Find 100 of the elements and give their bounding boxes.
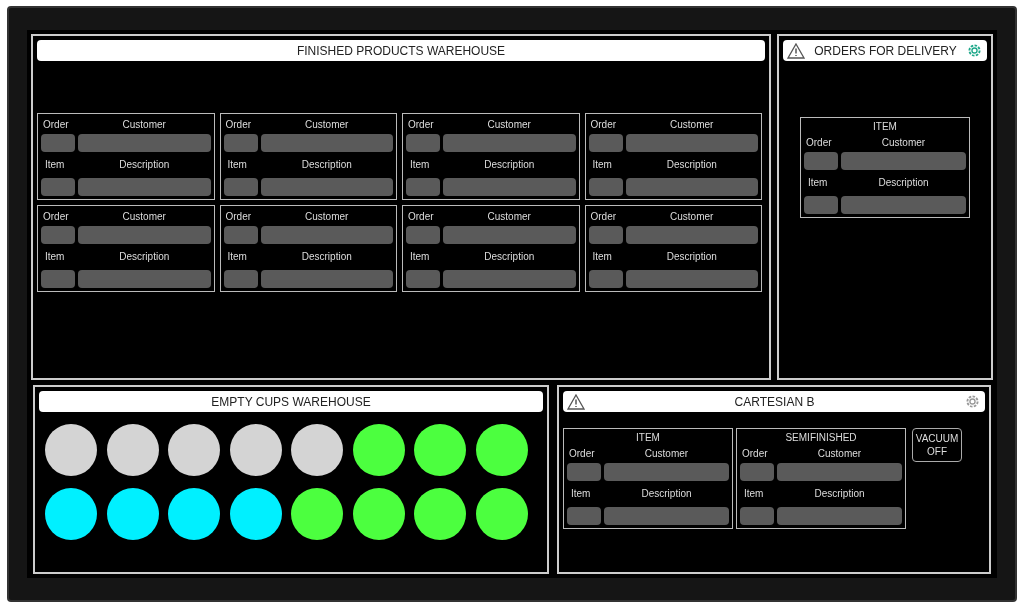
warning-icon [787,42,805,59]
input-field[interactable] [625,226,758,244]
field-label: Order [224,210,253,224]
input-field[interactable] [223,134,258,152]
field-label: Order [224,118,253,132]
card-heading: ITEM [635,431,661,445]
field-label: Item [591,158,613,172]
panel-title: FINISHED PRODUCTS WAREHOUSE [295,44,507,57]
input-field[interactable] [804,152,838,170]
field-label: Description [300,158,353,172]
field-label: Item [591,250,613,264]
input-field[interactable] [260,270,393,288]
gear-icon[interactable] [966,42,983,59]
input-field[interactable] [406,226,440,244]
input-field[interactable] [41,178,75,196]
field-label: Order [42,118,70,132]
input-field[interactable] [841,196,966,214]
input-field[interactable] [740,507,774,525]
input-field[interactable] [625,178,758,196]
field-label: Description [665,250,718,264]
input-field[interactable] [777,507,902,525]
panel-title: CARTESIAN B [733,395,816,408]
input-field[interactable] [740,463,774,481]
field-label: Description [483,250,536,264]
warning-icon [567,393,585,410]
field-label: Item [226,158,248,172]
field-label: Description [665,158,718,172]
field-label: Description [300,250,353,264]
input-field[interactable] [588,226,623,244]
field-label: Item [570,487,592,501]
input-field[interactable] [260,226,393,244]
field-label: Description [118,158,171,172]
field-label: Description [118,250,171,264]
field-label: Order [589,118,618,132]
card-heading: SEMIFINISHED [784,431,858,445]
field-label: Description [877,176,930,190]
vacuum-button[interactable]: VACUUM OFF [912,428,962,462]
input-field[interactable] [78,270,211,288]
input-field[interactable] [223,270,258,288]
field-label: Customer [121,210,167,224]
input-field[interactable] [41,226,75,244]
input-field[interactable] [223,226,258,244]
card-heading: ITEM [872,120,898,134]
input-field[interactable] [443,178,576,196]
input-field[interactable] [260,178,393,196]
input-field[interactable] [41,134,75,152]
gear-icon[interactable] [964,393,981,410]
input-field[interactable] [604,507,729,525]
field-label: Description [483,158,536,172]
field-label: Item [226,250,248,264]
input-field[interactable] [625,270,758,288]
input-field[interactable] [406,178,440,196]
field-label: Item [409,250,431,264]
input-field[interactable] [841,152,966,170]
input-field[interactable] [588,134,623,152]
field-label: Description [640,487,693,501]
field-label: Customer [304,210,350,224]
field-label: Order [407,118,435,132]
panel-title: EMPTY CUPS WAREHOUSE [210,395,372,408]
field-label: Description [813,487,866,501]
field-label: Customer [669,210,715,224]
field-label: Customer [121,118,167,132]
input-field[interactable] [604,463,729,481]
field-label: Item [807,176,829,190]
field-label: Item [44,250,66,264]
field-label: Customer [486,118,532,132]
input-field[interactable] [78,178,211,196]
input-field[interactable] [406,134,440,152]
input-field[interactable] [443,226,576,244]
field-label: Order [589,210,618,224]
input-field[interactable] [443,134,576,152]
input-field[interactable] [223,178,258,196]
field-label: Order [805,136,833,150]
input-field[interactable] [567,463,601,481]
input-field[interactable] [443,270,576,288]
input-field[interactable] [41,270,75,288]
input-field[interactable] [567,507,601,525]
field-label: Item [44,158,66,172]
field-label: Customer [643,447,690,461]
field-label: Customer [816,447,863,461]
input-field[interactable] [588,270,623,288]
panel-title: ORDERS FOR DELIVERY [813,44,958,57]
input-field[interactable] [260,134,393,152]
field-label: Customer [304,118,350,132]
field-label: Customer [669,118,715,132]
input-field[interactable] [78,134,211,152]
field-label: Customer [880,136,927,150]
input-field[interactable] [625,134,758,152]
input-field[interactable] [804,196,838,214]
field-label: Item [743,487,765,501]
field-label: Order [407,210,435,224]
field-label: Order [42,210,70,224]
field-label: Order [741,447,769,461]
field-label: Order [568,447,596,461]
field-label: Item [409,158,431,172]
input-field[interactable] [78,226,211,244]
input-field[interactable] [406,270,440,288]
input-field[interactable] [588,178,623,196]
field-label: Customer [486,210,532,224]
input-field[interactable] [777,463,902,481]
